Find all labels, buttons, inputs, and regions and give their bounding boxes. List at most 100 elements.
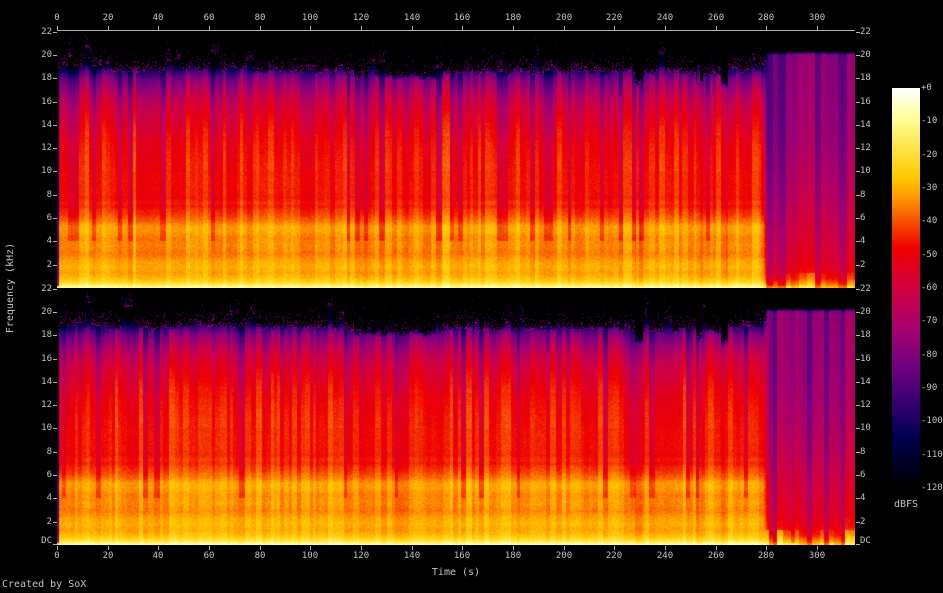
time-tick-mark bbox=[209, 26, 210, 30]
time-tick-mark bbox=[564, 26, 565, 30]
time-tick-label: 160 bbox=[453, 13, 471, 23]
freq-tick-mark bbox=[53, 522, 57, 523]
freq-tick-label: 18 bbox=[860, 330, 871, 340]
freq-tick-mark bbox=[53, 241, 57, 242]
time-tick-mark bbox=[766, 546, 767, 550]
time-tick-label: 0 bbox=[54, 13, 60, 23]
time-tick-mark bbox=[665, 26, 666, 30]
time-tick-mark bbox=[57, 26, 58, 30]
freq-tick-label: 8 bbox=[860, 190, 866, 200]
freq-tick-label: 2 bbox=[860, 517, 866, 527]
freq-tick-label: 6 bbox=[46, 213, 52, 223]
freq-tick-label: 6 bbox=[46, 470, 52, 480]
freq-tick-label: 10 bbox=[41, 166, 52, 176]
colorbar-tick-label: -10 bbox=[921, 116, 938, 126]
freq-tick-label: 12 bbox=[41, 143, 52, 153]
time-tick-label: 40 bbox=[152, 13, 164, 23]
time-tick-mark bbox=[158, 546, 159, 550]
colorbar-tick-label: -90 bbox=[921, 383, 938, 393]
freq-tick-mark bbox=[53, 195, 57, 196]
freq-tick-label: 16 bbox=[860, 97, 871, 107]
time-tick-mark bbox=[310, 546, 311, 550]
freq-tick-mark bbox=[53, 32, 57, 33]
freq-tick-mark bbox=[53, 102, 57, 103]
time-tick-mark bbox=[361, 546, 362, 550]
colorbar-tick-label: -30 bbox=[921, 183, 938, 193]
freq-tick-label: 8 bbox=[46, 190, 52, 200]
freq-tick-label: 2 bbox=[860, 260, 866, 270]
freq-tick-mark bbox=[53, 475, 57, 476]
credit-text: Created by SoX bbox=[2, 579, 87, 590]
colorbar-tick-label: -110 bbox=[921, 450, 943, 460]
time-tick-label: 280 bbox=[757, 13, 775, 23]
time-tick-mark bbox=[462, 546, 463, 550]
time-tick-label: 240 bbox=[656, 551, 674, 561]
freq-tick-label: 10 bbox=[41, 423, 52, 433]
time-tick-label: 220 bbox=[605, 13, 623, 23]
colorbar-tick-label: -120 bbox=[921, 483, 943, 493]
freq-tick-label: 20 bbox=[860, 307, 871, 317]
freq-tick-mark bbox=[53, 148, 57, 149]
freq-tick-label: 4 bbox=[860, 493, 866, 503]
time-tick-label: 60 bbox=[203, 551, 215, 561]
colorbar-tick-label: -80 bbox=[921, 350, 938, 360]
time-tick-mark bbox=[716, 26, 717, 30]
freq-dc-label: DC bbox=[860, 536, 871, 546]
time-tick-mark bbox=[57, 546, 58, 550]
freq-tick-label: 14 bbox=[860, 377, 871, 387]
time-tick-mark bbox=[817, 26, 818, 30]
time-tick-mark bbox=[260, 546, 261, 550]
time-axis-line bbox=[57, 30, 855, 31]
time-tick-label: 80 bbox=[254, 551, 266, 561]
freq-tick-label: 4 bbox=[46, 493, 52, 503]
time-tick-mark bbox=[513, 26, 514, 30]
time-tick-label: 280 bbox=[757, 551, 775, 561]
freq-tick-mark bbox=[53, 428, 57, 429]
freq-tick-label: 22 bbox=[41, 27, 52, 37]
freq-tick-label: 10 bbox=[860, 166, 871, 176]
time-tick-mark bbox=[462, 26, 463, 30]
time-tick-mark bbox=[108, 26, 109, 30]
freq-tick-mark bbox=[53, 544, 57, 545]
freq-tick-mark bbox=[53, 452, 57, 453]
sox-spectrogram-figure: Frequency (kHz) Time (s) dBFS Created by… bbox=[0, 0, 943, 593]
freq-tick-label: 12 bbox=[41, 400, 52, 410]
time-tick-mark bbox=[513, 546, 514, 550]
time-tick-label: 100 bbox=[301, 13, 319, 23]
freq-tick-mark bbox=[53, 312, 57, 313]
freq-tick-label: 12 bbox=[860, 400, 871, 410]
freq-tick-label: 14 bbox=[41, 120, 52, 130]
freq-tick-mark bbox=[53, 78, 57, 79]
time-tick-label: 100 bbox=[301, 551, 319, 561]
spectrogram-channel-1 bbox=[57, 31, 855, 288]
time-tick-label: 40 bbox=[152, 551, 164, 561]
freq-tick-label: 14 bbox=[860, 120, 871, 130]
freq-tick-mark bbox=[53, 498, 57, 499]
freq-tick-mark bbox=[53, 382, 57, 383]
time-tick-label: 260 bbox=[707, 551, 725, 561]
time-tick-label: 180 bbox=[504, 551, 522, 561]
freq-tick-label: 8 bbox=[860, 447, 866, 457]
freq-tick-label: 12 bbox=[860, 143, 871, 153]
freq-tick-mark bbox=[53, 125, 57, 126]
freq-tick-mark bbox=[53, 171, 57, 172]
time-tick-label: 300 bbox=[808, 551, 826, 561]
freq-tick-mark bbox=[53, 405, 57, 406]
time-tick-label: 300 bbox=[808, 13, 826, 23]
time-tick-mark bbox=[412, 546, 413, 550]
time-axis-title: Time (s) bbox=[431, 567, 481, 578]
freq-tick-label: 16 bbox=[41, 354, 52, 364]
time-tick-mark bbox=[310, 26, 311, 30]
freq-tick-label: 14 bbox=[41, 377, 52, 387]
time-tick-label: 180 bbox=[504, 13, 522, 23]
freq-tick-label: 10 bbox=[860, 423, 871, 433]
freq-tick-label: 18 bbox=[41, 73, 52, 83]
freq-tick-mark bbox=[53, 289, 57, 290]
time-tick-mark bbox=[108, 546, 109, 550]
colorbar-tick-label: -70 bbox=[921, 316, 938, 326]
time-tick-label: 200 bbox=[555, 13, 573, 23]
freq-tick-label: 4 bbox=[860, 236, 866, 246]
time-tick-label: 120 bbox=[352, 551, 370, 561]
time-tick-mark bbox=[412, 26, 413, 30]
colorbar-tick-label: -100 bbox=[921, 416, 943, 426]
